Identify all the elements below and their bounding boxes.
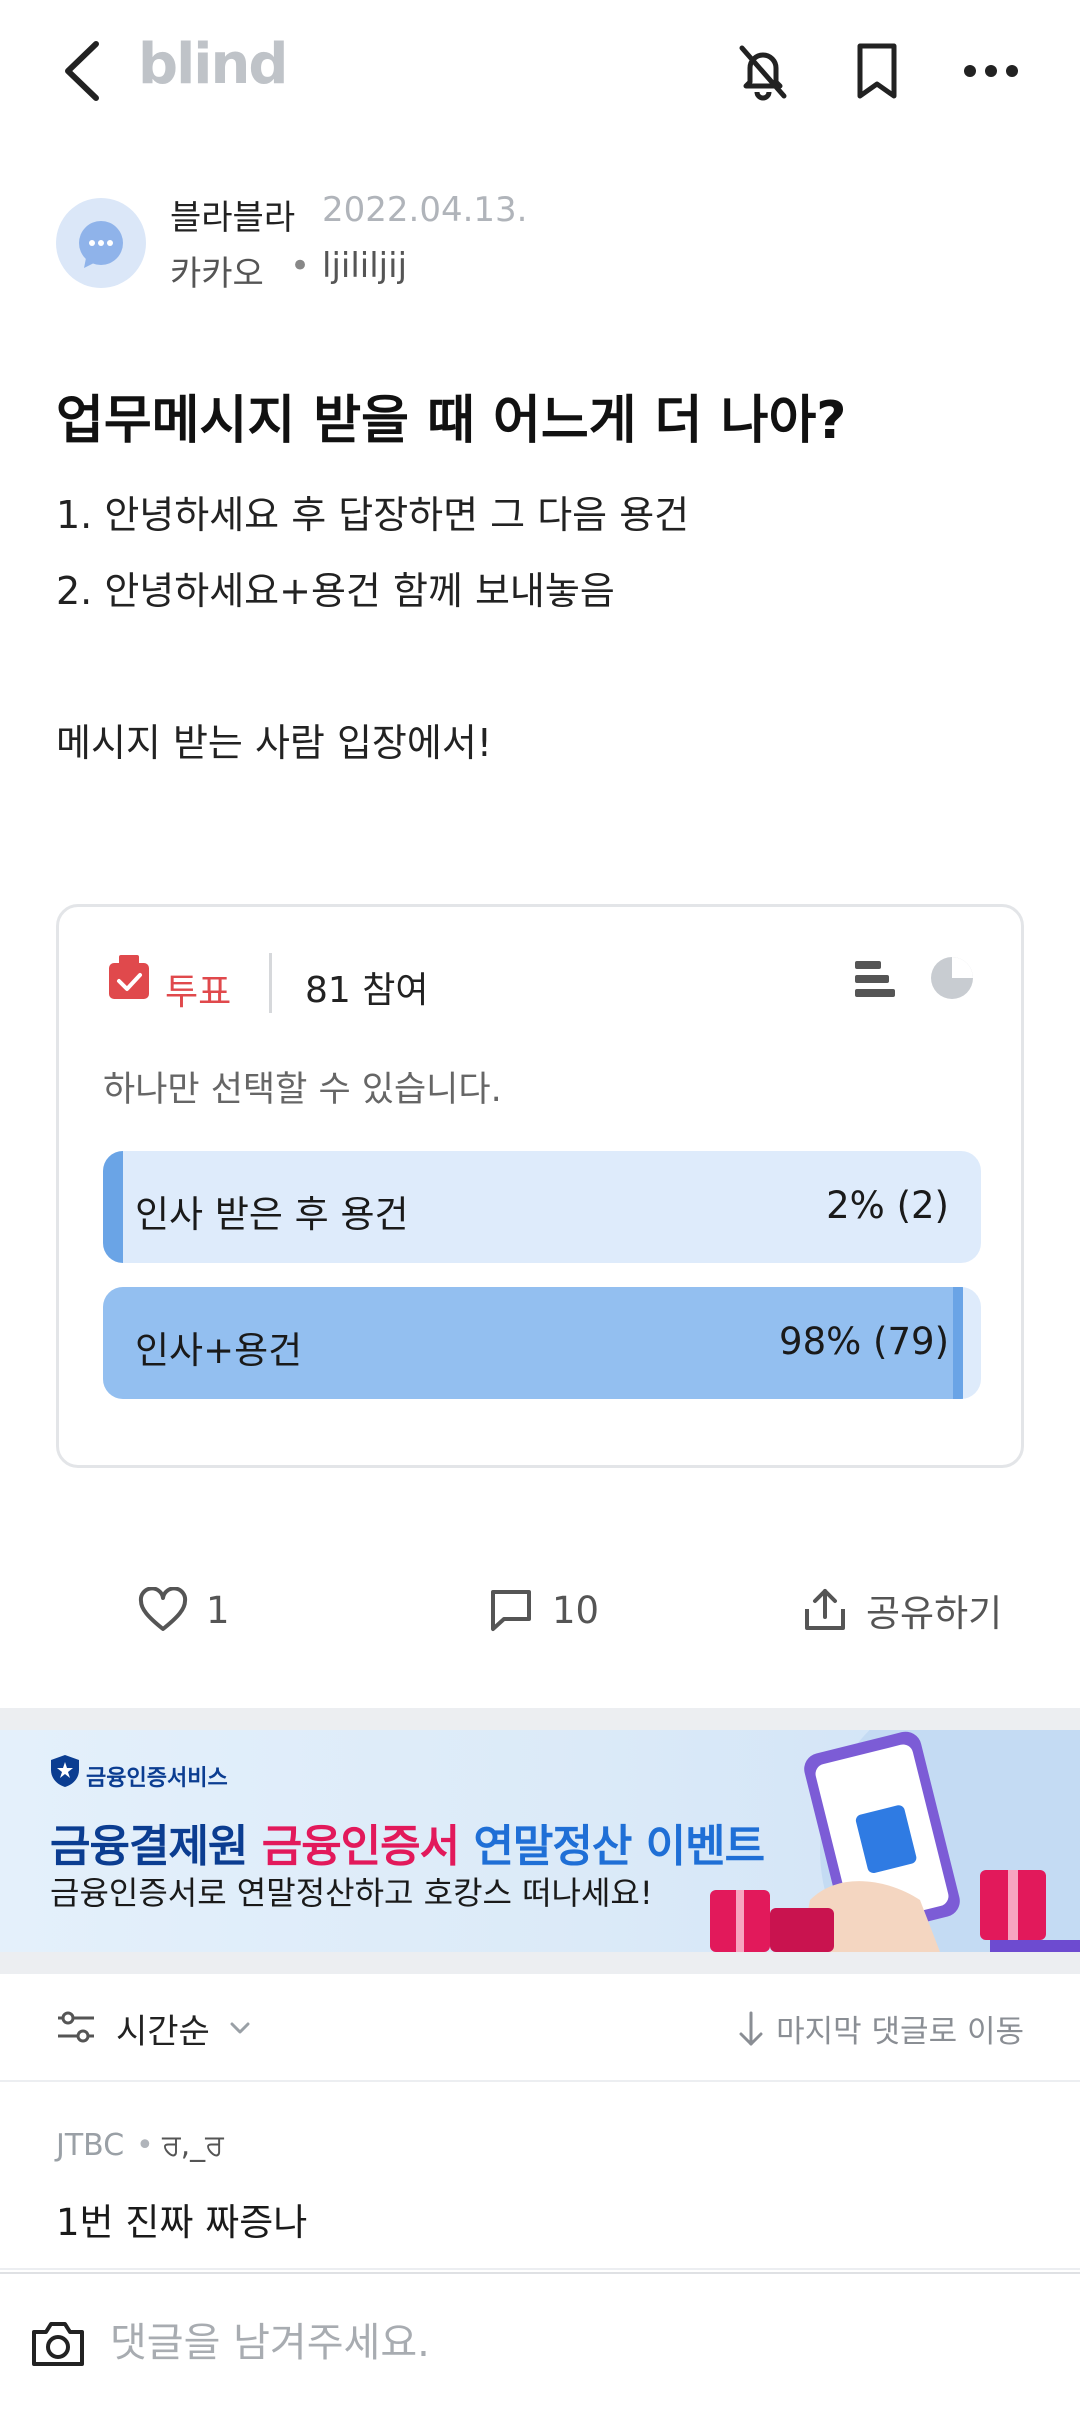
- poll-divider: [269, 953, 272, 1013]
- back-chevron-icon[interactable]: [56, 36, 112, 106]
- poll-option-edge: [103, 1151, 123, 1263]
- top-bar: blind: [0, 0, 1080, 140]
- author-nickname: 블라블라: [170, 198, 296, 238]
- comment-icon: [491, 1590, 531, 1631]
- comment-input[interactable]: [110, 2310, 1030, 2376]
- banner-title: 금융결제원 금융인증서 연말정산 이벤트: [50, 1810, 765, 1874]
- avatar[interactable]: [56, 198, 146, 288]
- heart-icon: [138, 1587, 188, 1631]
- filter-sliders-icon[interactable]: [56, 2008, 96, 2048]
- like-button[interactable]: 1: [138, 1580, 230, 1640]
- comment-input-bar: [0, 2272, 1080, 2411]
- jump-to-last-comment[interactable]: 마지막 댓글로 이동: [736, 2006, 1024, 2051]
- poll-label: 투표: [165, 972, 232, 1013]
- share-icon: [805, 1589, 845, 1630]
- app-logo[interactable]: blind: [138, 32, 288, 97]
- share-label: 공유하기: [866, 1592, 1003, 1635]
- comment-company: JTBC: [56, 2128, 125, 2163]
- poll-option-label: 인사+용건: [135, 1329, 303, 1372]
- pie-view-icon[interactable]: [929, 955, 975, 1001]
- camera-icon[interactable]: [28, 2314, 88, 2374]
- notification-off-icon[interactable]: [730, 38, 796, 104]
- banner-title-highlight: 금융인증서: [261, 1821, 460, 1872]
- like-count: 1: [206, 1588, 230, 1632]
- poll-participants: 81 참여: [305, 970, 429, 1011]
- poll-option-label: 인사 받은 후 용건: [135, 1193, 409, 1236]
- post-date: 2022.04.13.: [322, 190, 528, 230]
- comment-item[interactable]: JTBC • ਰ,_ਰ 1번 진짜 짜증나: [0, 2084, 1080, 2270]
- poll-option-result: 98% (79): [779, 1320, 949, 1363]
- separator-dot: •: [136, 2128, 154, 2163]
- poll-hint: 하나만 선택할 수 있습니다.: [103, 1070, 502, 1110]
- comment-button[interactable]: 10: [488, 1580, 599, 1640]
- poll-card: 투표 81 참여 하나만 선택할 수 있습니다. 인사 받은 후 용건 2% (…: [56, 904, 1024, 1468]
- chevron-down-icon[interactable]: [226, 2014, 254, 2042]
- bookmark-icon[interactable]: [844, 38, 910, 104]
- author-user-id: ljililjij: [322, 246, 408, 286]
- poll-option-edge: [953, 1287, 963, 1399]
- jump-label: 마지막 댓글로 이동: [776, 2014, 1024, 2050]
- post-body-line: 메시지 받는 사람 입장에서!: [56, 721, 493, 765]
- post-title: 업무메시지 받을 때 어느게 더 나아?: [56, 391, 847, 451]
- post-actions: 1 10 공유하기: [0, 1570, 1080, 1650]
- section-divider: [0, 1952, 1080, 1974]
- arrow-down-icon: [739, 2011, 763, 2045]
- separator-dot: •: [290, 246, 311, 286]
- post-body-line: 1. 안녕하세요 후 답장하면 그 다음 용건: [56, 493, 690, 537]
- comment-sort-bar: 시간순 마지막 댓글로 이동: [0, 1974, 1080, 2082]
- comment-user: ਰ,_ਰ: [162, 2128, 224, 2163]
- author-company: 카카오: [170, 254, 264, 294]
- poll-option[interactable]: 인사+용건 98% (79): [103, 1287, 981, 1399]
- phone-gift-illustration-icon: [710, 1730, 1080, 1952]
- shield-logo-icon: [51, 1755, 79, 1787]
- share-button[interactable]: 공유하기: [802, 1580, 1002, 1640]
- section-divider: [0, 1708, 1080, 1730]
- banner-brand: 금융인증서비스: [86, 1766, 228, 1791]
- banner-subtitle: 금융인증서로 연말정산하고 호캉스 떠나세요!: [50, 1874, 653, 1912]
- comment-count: 10: [552, 1588, 600, 1632]
- more-icon[interactable]: [958, 38, 1024, 104]
- post-author: 블라블라 2022.04.13. 카카오 • ljililjij: [56, 190, 1024, 300]
- comment-text: 1번 진짜 짜증나: [56, 2201, 308, 2244]
- chat-bubble-icon: [79, 221, 123, 268]
- sort-label[interactable]: 시간순: [116, 2004, 210, 2053]
- poll-option-result: 2% (2): [826, 1184, 949, 1227]
- poll-option[interactable]: 인사 받은 후 용건 2% (2): [103, 1151, 981, 1263]
- ad-banner[interactable]: 금융인증서비스 금융결제원 금융인증서 연말정산 이벤트 금융인증서로 연말정산…: [0, 1730, 1080, 1952]
- bar-view-icon[interactable]: [853, 957, 897, 1001]
- banner-title-part: 금융결제원: [50, 1821, 262, 1872]
- post-body-line: 2. 안녕하세요+용건 함께 보내놓음: [56, 569, 615, 613]
- ballot-box-icon: [109, 955, 149, 999]
